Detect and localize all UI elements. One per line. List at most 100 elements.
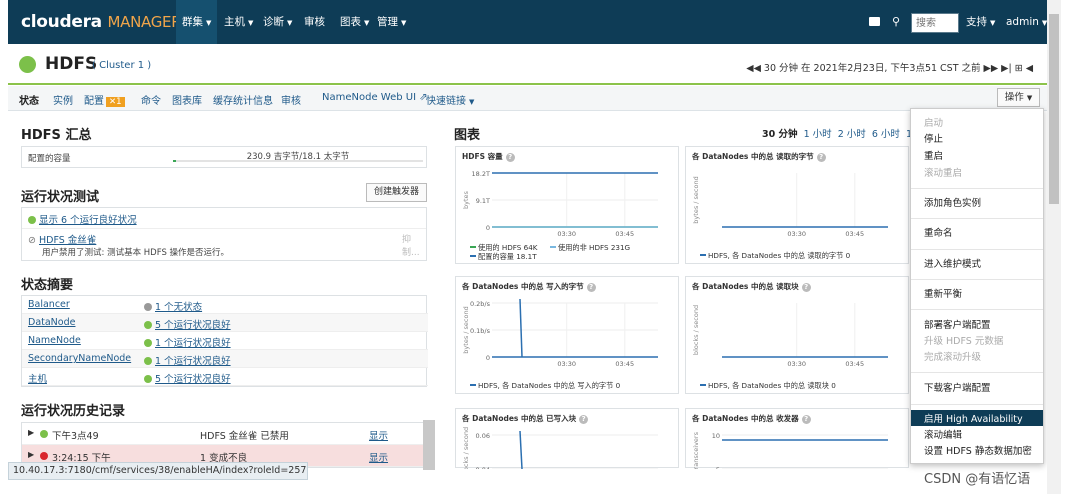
x-tick-label: 03:30	[787, 230, 806, 238]
scrollbar-thumb[interactable]	[423, 420, 435, 470]
canary-test-link[interactable]: HDFS 金丝雀	[39, 235, 96, 246]
nav-hosts[interactable]: 主机 ▼	[218, 0, 259, 44]
nav-clusters[interactable]: 群集 ▼	[176, 0, 218, 44]
briefcase-icon[interactable]	[869, 17, 880, 26]
menu-item[interactable]: 重启	[924, 148, 943, 162]
nav-label: 诊断	[263, 16, 284, 28]
role-link[interactable]: 主机	[28, 371, 47, 385]
status-row: DataNode 5 个运行状况良好	[22, 314, 428, 332]
range-2h[interactable]: 2 小时	[838, 129, 866, 140]
menu-item[interactable]: 设置 HDFS 静态数据加密	[924, 443, 1032, 457]
legend-item: HDFS, 各 DataNodes 中的总 读取的字节 0	[700, 251, 850, 261]
menu-item[interactable]: 启用 High Availability	[924, 411, 1023, 425]
logo-main: cloudera	[21, 12, 102, 32]
range-1h[interactable]: 1 小时	[804, 129, 832, 140]
chart-panel[interactable]: 各 DataNodes 中的总 已写入块? blocks / second 0.06…	[455, 408, 679, 469]
chevron-down-icon: ▼	[364, 19, 370, 27]
history-row[interactable]: ▶ 下午3点49 HDFS 金丝雀 已禁用 显示	[22, 423, 428, 445]
y-tick-label: 10	[712, 432, 720, 440]
status-row: 主机 5 个运行状况良好	[22, 368, 428, 386]
health-tests-box: 显示 6 个运行良好状况 ⊘ HDFS 金丝雀 抑制... 用户禁用了测试: 测…	[21, 207, 427, 261]
nav-admin[interactable]: 管理 ▼	[371, 0, 412, 44]
chevron-down-icon: ▼	[248, 19, 254, 27]
nav-diagnostics[interactable]: 诊断 ▼	[257, 0, 298, 44]
chart-panel[interactable]: 各 DataNodes 中的总 收发器?transceivers105	[685, 408, 909, 469]
cluster-link[interactable]: ( Cluster 1 )	[92, 60, 151, 71]
menu-item: 启动	[924, 118, 944, 129]
range-6h[interactable]: 6 小时	[872, 129, 900, 140]
menu-item[interactable]: 滚动编辑	[924, 427, 962, 441]
chevron-down-icon: ▼	[469, 98, 475, 106]
service-status-icon	[19, 56, 36, 73]
history-show-link[interactable]: 显示	[369, 450, 388, 464]
chart-panel[interactable]: HDFS 容量? bytes 18.2T 9.1T 0 03:30 03:45 使用的 HDF…	[455, 146, 679, 264]
chevron-right-icon[interactable]: ▶	[28, 450, 34, 459]
x-tick-label: 03:45	[845, 360, 864, 368]
nav-label: 主机	[224, 16, 245, 28]
suppress-link[interactable]: 抑制...	[402, 232, 426, 258]
chart-panel[interactable]: 各 DataNodes 中的总 写入的字节? bytes / second 0.2b…	[455, 276, 679, 394]
menu-divider	[911, 404, 1043, 405]
top-navbar: cloudera MANAGER 群集 ▼ 主机 ▼ 诊断 ▼ 审核 图表 ▼ 管理 ▼ …	[8, 0, 1047, 44]
actions-dropdown-menu: 启动 停止 重启 滚动重启 添加角色实例 重命名 进入维护模式 重新平衡 部署客户端配置 升级 H…	[910, 108, 1044, 464]
chevron-right-icon[interactable]: ▶	[28, 428, 34, 437]
tab-instances[interactable]: 实例	[53, 92, 73, 107]
cloudera-logo[interactable]: cloudera MANAGER	[21, 12, 182, 32]
range-30m[interactable]: 30 分钟	[762, 129, 798, 140]
history-desc: HDFS 金丝雀 已禁用	[200, 431, 289, 442]
role-link[interactable]: SecondaryNameNode	[28, 353, 131, 364]
chevron-down-icon: ▼	[206, 19, 212, 27]
page-title: HDFS	[45, 54, 98, 74]
nav-audits[interactable]: 审核	[298, 0, 331, 44]
history-show-link[interactable]: 显示	[369, 428, 388, 442]
tab-commands[interactable]: 命令	[141, 92, 161, 107]
role-status[interactable]: 5 个运行状况良好	[144, 317, 231, 331]
role-link[interactable]: NameNode	[28, 335, 81, 346]
parcel-icon[interactable]: ⚲	[892, 15, 900, 28]
time-range-selector[interactable]: ◀◀ 30 分钟 在 2021年2月23日, 下午3点51 CST 之前 ▶▶ …	[746, 60, 1033, 74]
y-tick-label: 0.1b/s	[470, 327, 491, 335]
y-axis-label: bytes / second	[692, 176, 700, 223]
history-time: 下午3点49	[52, 431, 99, 442]
capacity-label: 配置的容量	[28, 154, 71, 164]
page-scrollbar-thumb[interactable]	[1049, 14, 1059, 204]
role-status[interactable]: 1 个运行状况良好	[144, 353, 231, 367]
tab-quick-links[interactable]: 快速链接 ▼	[426, 92, 474, 107]
show-good-tests-link[interactable]: 显示 6 个运行良好状况	[28, 212, 137, 226]
y-tick-label: 0.04	[476, 466, 490, 469]
nav-label: admin	[1006, 16, 1039, 28]
legend-swatch	[550, 246, 556, 248]
role-link[interactable]: Balancer	[28, 299, 70, 310]
create-trigger-button[interactable]: 创建触发器	[366, 183, 427, 202]
role-status[interactable]: 5 个运行状况良好	[144, 371, 231, 385]
role-link[interactable]: DataNode	[28, 317, 75, 328]
menu-item[interactable]: 停止	[924, 131, 943, 145]
tab-status[interactable]: 状态	[19, 92, 39, 107]
role-status[interactable]: 1 个无状态	[144, 299, 202, 313]
menu-item[interactable]: 进入维护模式	[924, 256, 981, 270]
menu-item[interactable]: 重新平衡	[924, 286, 962, 300]
chart-panel[interactable]: 各 DataNodes 中的总 读取块? blocks / second 03:30…	[685, 276, 909, 394]
tab-configuration[interactable]: 配置 ✕1	[84, 92, 125, 107]
search-input[interactable]	[911, 13, 959, 33]
menu-item[interactable]: 部署客户端配置	[924, 317, 991, 331]
tab-cache-statistics[interactable]: 缓存统计信息	[213, 92, 273, 107]
nav-admin-user[interactable]: admin ▼	[1000, 0, 1047, 44]
status-label: 5 个运行状况良好	[155, 320, 231, 331]
menu-item: 完成滚动升级	[924, 352, 982, 363]
y-axis-label: bytes / second	[462, 306, 470, 353]
menu-item[interactable]: 下载客户端配置	[924, 380, 991, 394]
menu-item[interactable]: 重命名	[924, 225, 953, 239]
nav-support[interactable]: 支持 ▼	[960, 0, 1001, 44]
tab-audits[interactable]: 审核	[281, 92, 301, 107]
actions-button[interactable]: 操作 ▼	[997, 88, 1040, 107]
nav-charts[interactable]: 图表 ▼	[334, 0, 375, 44]
menu-divider	[911, 249, 1043, 250]
legend-item: 使用的非 HDFS 231G	[550, 243, 630, 253]
tab-chart-library[interactable]: 图表库	[172, 92, 202, 107]
history-title: 运行状况历史记录	[21, 404, 126, 419]
tab-namenode-web-ui[interactable]: NameNode Web UI ⇗	[322, 92, 428, 103]
menu-item[interactable]: 添加角色实例	[924, 195, 981, 209]
role-status[interactable]: 1 个运行状况良好	[144, 335, 231, 349]
chart-panel[interactable]: 各 DataNodes 中的总 读取的字节? bytes / second 03:3…	[685, 146, 909, 264]
